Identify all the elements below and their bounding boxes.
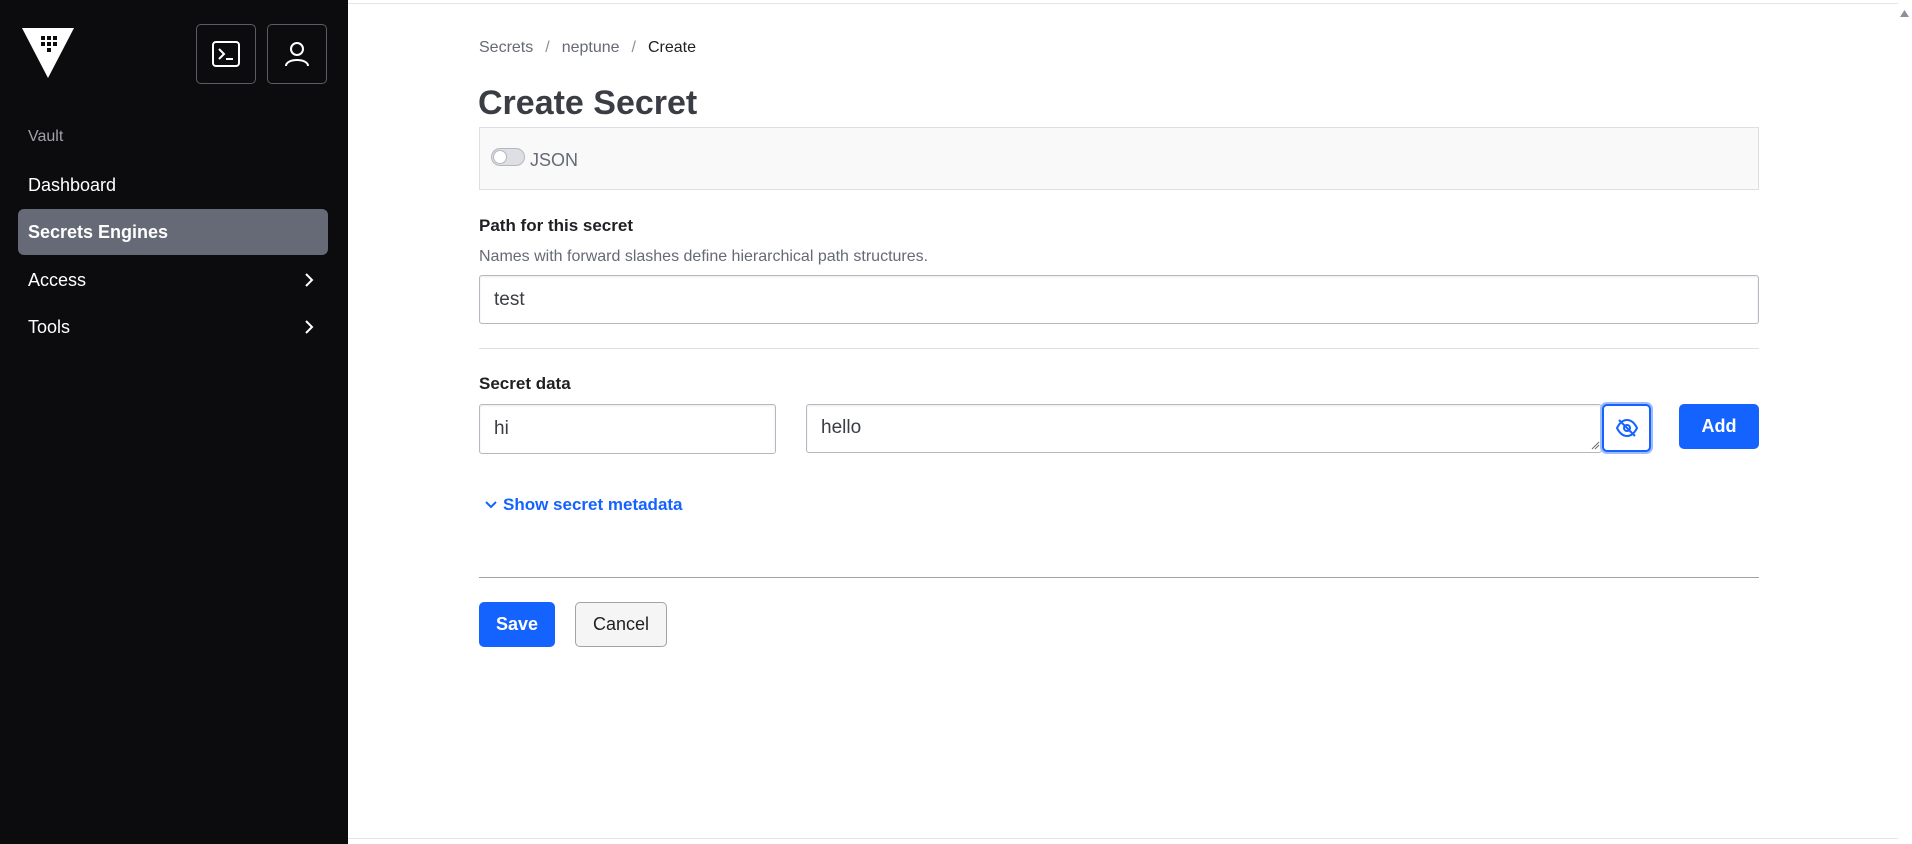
secret-data-label: Secret data [479, 374, 571, 393]
secret-value-textarea[interactable]: hello [806, 404, 1602, 453]
vault-logo-icon[interactable] [22, 28, 74, 78]
user-icon [285, 42, 309, 67]
nav-heading: Vault [28, 128, 64, 145]
console-button[interactable] [196, 24, 256, 84]
actions-divider [479, 577, 1759, 578]
show-metadata-label: Show secret metadata [503, 495, 683, 514]
toggle-knob [493, 150, 507, 164]
json-toggle-label: JSON [530, 150, 579, 170]
page-title: Create Secret [478, 84, 698, 122]
path-input[interactable] [479, 275, 1759, 324]
user-menu-button[interactable] [267, 24, 327, 84]
path-field-label: Path for this secret [479, 216, 633, 235]
sidebar: Vault Dashboard Secrets Engines Access T… [0, 0, 348, 844]
breadcrumb: Secrets / neptune / Create [479, 39, 696, 57]
chevron-down-icon [485, 501, 497, 509]
resize-grip-icon[interactable] [1591, 441, 1600, 450]
path-help-text: Names with forward slashes define hierar… [479, 248, 929, 265]
sidebar-item-label: Dashboard [28, 174, 117, 195]
chevron-right-icon [305, 273, 314, 287]
add-button[interactable]: Add [1679, 404, 1759, 449]
breadcrumb-link-neptune[interactable]: neptune [562, 39, 620, 57]
json-toolbar: JSON [479, 127, 1759, 190]
sidebar-item-label: Tools [28, 316, 71, 337]
breadcrumb-separator: / [545, 39, 550, 56]
eye-off-icon [1615, 419, 1638, 437]
scrollbar[interactable] [1898, 0, 1912, 844]
breadcrumb-link-secrets[interactable]: Secrets [479, 39, 533, 57]
show-metadata-link[interactable]: Show secret metadata [485, 495, 683, 515]
breadcrumb-current: Create [648, 39, 697, 56]
sidebar-item-tools[interactable]: Tools [18, 304, 328, 350]
breadcrumb-separator: / [631, 39, 636, 56]
toggle-mask-button[interactable] [1602, 404, 1651, 452]
save-button[interactable]: Save [479, 602, 555, 647]
sidebar-item-label: Secrets Engines [28, 221, 169, 242]
secret-key-input[interactable] [479, 404, 776, 454]
sidebar-item-secrets-engines[interactable]: Secrets Engines [18, 209, 328, 255]
section-divider [479, 348, 1759, 349]
cancel-button[interactable]: Cancel [575, 602, 667, 647]
app: Vault Dashboard Secrets Engines Access T… [0, 0, 1912, 844]
sidebar-item-label: Access [28, 269, 87, 290]
sidebar-item-dashboard[interactable]: Dashboard [18, 162, 328, 208]
chevron-right-icon [305, 320, 314, 334]
sidebar-item-access[interactable]: Access [18, 257, 328, 303]
terminal-icon [212, 41, 240, 67]
scroll-up-arrow-icon[interactable] [1900, 10, 1909, 17]
json-toggle[interactable] [491, 148, 525, 166]
